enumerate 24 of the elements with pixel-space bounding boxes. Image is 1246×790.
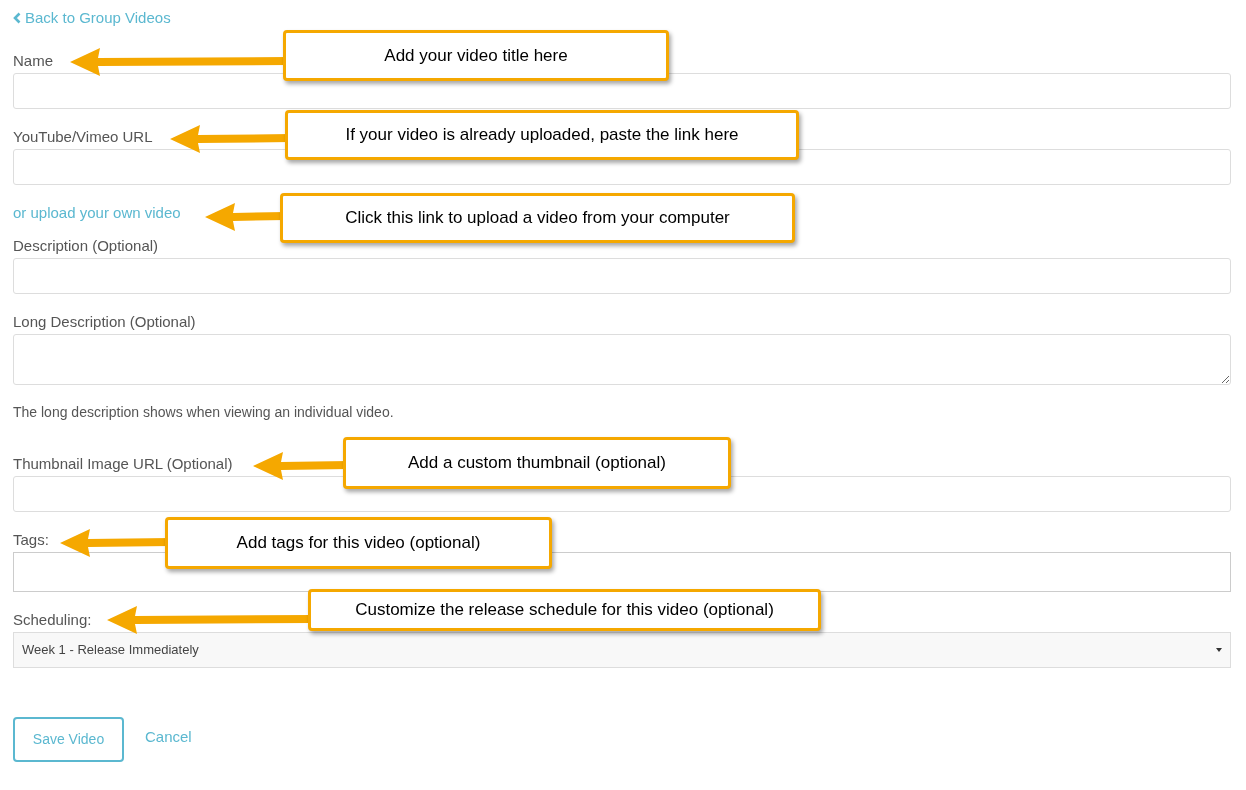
- text-field[interactable]: [13, 258, 1231, 294]
- field-label: Tags:: [13, 530, 49, 550]
- cancel-link[interactable]: Cancel: [145, 726, 192, 749]
- callout-note: Add tags for this video (optional): [165, 517, 552, 569]
- field-label: Description (Optional): [13, 236, 159, 256]
- schedule-dropdown[interactable]: Week 1 - Release Immediately: [13, 632, 1231, 668]
- field-label: YouTube/Vimeo URL: [13, 127, 153, 147]
- callout-note: Customize the release schedule for this video (optional): [308, 589, 821, 631]
- textarea-field[interactable]: [13, 334, 1231, 385]
- field-label: Long Description (Optional): [13, 312, 196, 332]
- field-label: Thumbnail Image URL (Optional): [13, 454, 233, 474]
- upload-link[interactable]: or upload your own video: [13, 203, 181, 223]
- save-video-button[interactable]: Save Video: [13, 717, 124, 762]
- field-label: Name: [13, 51, 53, 71]
- callout-note: Add a custom thumbnail (optional): [343, 437, 731, 489]
- field-label: Scheduling:: [13, 610, 92, 630]
- chevron-left-icon: [13, 12, 21, 24]
- callout-note: Click this link to upload a video from your computer: [280, 193, 795, 243]
- callout-note: Add your video title here: [283, 30, 669, 81]
- back-link[interactable]: Back to Group Videos: [13, 8, 171, 28]
- caret-icon: [1216, 648, 1222, 652]
- help-text: The long description shows when viewing an individual video.: [13, 403, 395, 422]
- callout-note: If your video is already uploaded, paste the link here: [285, 110, 799, 160]
- text-field[interactable]: [13, 73, 1231, 109]
